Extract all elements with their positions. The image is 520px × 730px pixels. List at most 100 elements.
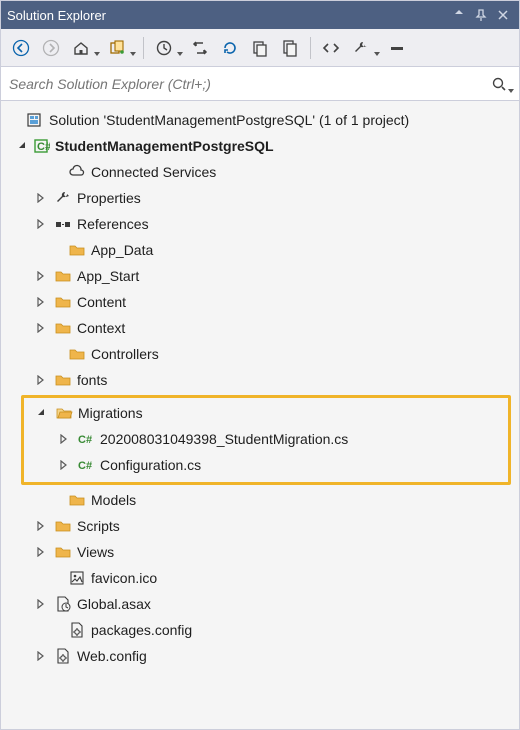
wrench-icon xyxy=(53,188,73,208)
chevron-down-icon[interactable] xyxy=(34,405,50,421)
folder-icon xyxy=(67,344,87,364)
tree-item-configuration-file[interactable]: C# Configuration.cs xyxy=(24,452,508,478)
folder-icon xyxy=(53,318,73,338)
collapse-all-button[interactable] xyxy=(246,34,274,62)
solution-tree: Solution 'StudentManagementPostgreSQL' (… xyxy=(1,101,519,729)
forward-button[interactable] xyxy=(37,34,65,62)
tree-item-models[interactable]: Models xyxy=(3,487,517,513)
expander-blank xyxy=(51,346,67,362)
home-button[interactable] xyxy=(67,34,101,62)
close-icon[interactable] xyxy=(493,6,513,24)
chevron-right-icon[interactable] xyxy=(56,431,72,447)
toolbar-separator xyxy=(143,37,144,59)
scope-button[interactable] xyxy=(103,34,137,62)
tree-item-packages[interactable]: packages.config xyxy=(3,617,517,643)
properties-button[interactable] xyxy=(347,34,381,62)
tree-item-scripts[interactable]: Scripts xyxy=(3,513,517,539)
chevron-right-icon[interactable] xyxy=(33,320,49,336)
chevron-right-icon[interactable] xyxy=(33,190,49,206)
tree-label: Scripts xyxy=(77,518,120,534)
tree-label: Context xyxy=(77,320,125,336)
tree-item-controllers[interactable]: Controllers xyxy=(3,341,517,367)
solution-icon xyxy=(25,110,45,130)
search-input[interactable] xyxy=(9,76,487,92)
folder-icon xyxy=(53,370,73,390)
expander-blank xyxy=(51,570,67,586)
pin-icon[interactable] xyxy=(471,6,491,24)
chevron-down-icon[interactable] xyxy=(15,138,31,154)
solution-label: Solution 'StudentManagementPostgreSQL' (… xyxy=(49,112,409,128)
history-button[interactable] xyxy=(150,34,184,62)
project-label: StudentManagementPostgreSQL xyxy=(55,138,274,154)
config-file-icon xyxy=(53,646,73,666)
project-node[interactable]: C# StudentManagementPostgreSQL xyxy=(3,133,517,159)
folder-icon xyxy=(67,240,87,260)
folder-icon xyxy=(53,266,73,286)
expander-blank xyxy=(51,242,67,258)
tree-item-appstart[interactable]: App_Start xyxy=(3,263,517,289)
tree-label: Properties xyxy=(77,190,141,206)
image-file-icon xyxy=(67,568,87,588)
chevron-right-icon[interactable] xyxy=(56,457,72,473)
chevron-right-icon[interactable] xyxy=(33,648,49,664)
tree-label: packages.config xyxy=(91,622,192,638)
tree-item-content[interactable]: Content xyxy=(3,289,517,315)
tree-item-views[interactable]: Views xyxy=(3,539,517,565)
chevron-right-icon[interactable] xyxy=(33,518,49,534)
highlight-box: Migrations C# 202008031049398_StudentMig… xyxy=(21,395,511,485)
tree-label: App_Start xyxy=(77,268,139,284)
tree-item-connected-services[interactable]: Connected Services xyxy=(3,159,517,185)
svg-text:C#: C# xyxy=(78,434,92,446)
svg-text:C#: C# xyxy=(37,141,50,153)
chevron-right-icon[interactable] xyxy=(33,294,49,310)
tree-label: favicon.ico xyxy=(91,570,157,586)
tree-item-fonts[interactable]: fonts xyxy=(3,367,517,393)
tree-label: Configuration.cs xyxy=(100,457,201,473)
chevron-right-icon[interactable] xyxy=(33,372,49,388)
expander-blank xyxy=(51,164,67,180)
tree-item-favicon[interactable]: favicon.ico xyxy=(3,565,517,591)
chevron-right-icon[interactable] xyxy=(33,544,49,560)
tree-item-global[interactable]: Global.asax xyxy=(3,591,517,617)
tree-item-context[interactable]: Context xyxy=(3,315,517,341)
view-code-button[interactable] xyxy=(317,34,345,62)
panel-title: Solution Explorer xyxy=(7,8,447,23)
tree-label: Controllers xyxy=(91,346,159,362)
tree-item-properties[interactable]: Properties xyxy=(3,185,517,211)
search-bar xyxy=(1,67,519,101)
tree-label: fonts xyxy=(77,372,107,388)
chevron-right-icon[interactable] xyxy=(33,596,49,612)
sync-button[interactable] xyxy=(186,34,214,62)
back-button[interactable] xyxy=(7,34,35,62)
tree-label: Migrations xyxy=(78,405,143,421)
csharp-file-icon: C# xyxy=(76,455,96,475)
refresh-button[interactable] xyxy=(216,34,244,62)
tree-label: App_Data xyxy=(91,242,153,258)
csproj-icon: C# xyxy=(31,136,51,156)
chevron-right-icon[interactable] xyxy=(33,268,49,284)
config-file-icon xyxy=(67,620,87,640)
tree-item-references[interactable]: References xyxy=(3,211,517,237)
show-all-files-button[interactable] xyxy=(276,34,304,62)
tree-item-migration-file[interactable]: C# 202008031049398_StudentMigration.cs xyxy=(24,426,508,452)
tree-label: 202008031049398_StudentMigration.cs xyxy=(100,431,348,447)
preview-button[interactable] xyxy=(383,34,411,62)
chevron-right-icon[interactable] xyxy=(33,216,49,232)
window-position-icon[interactable] xyxy=(449,6,469,24)
tree-label: Content xyxy=(77,294,126,310)
folder-icon xyxy=(53,542,73,562)
search-icon[interactable] xyxy=(487,72,511,96)
asax-file-icon xyxy=(53,594,73,614)
panel-titlebar: Solution Explorer xyxy=(1,1,519,29)
tree-label: Views xyxy=(77,544,114,560)
solution-node[interactable]: Solution 'StudentManagementPostgreSQL' (… xyxy=(3,107,517,133)
expander-blank xyxy=(9,112,25,128)
expander-blank xyxy=(51,622,67,638)
tree-label: References xyxy=(77,216,149,232)
tree-item-migrations[interactable]: Migrations xyxy=(24,400,508,426)
tree-item-webconfig[interactable]: Web.config xyxy=(3,643,517,669)
tree-item-appdata[interactable]: App_Data xyxy=(3,237,517,263)
cloud-icon xyxy=(67,162,87,182)
expander-blank xyxy=(51,492,67,508)
toolbar xyxy=(1,29,519,67)
